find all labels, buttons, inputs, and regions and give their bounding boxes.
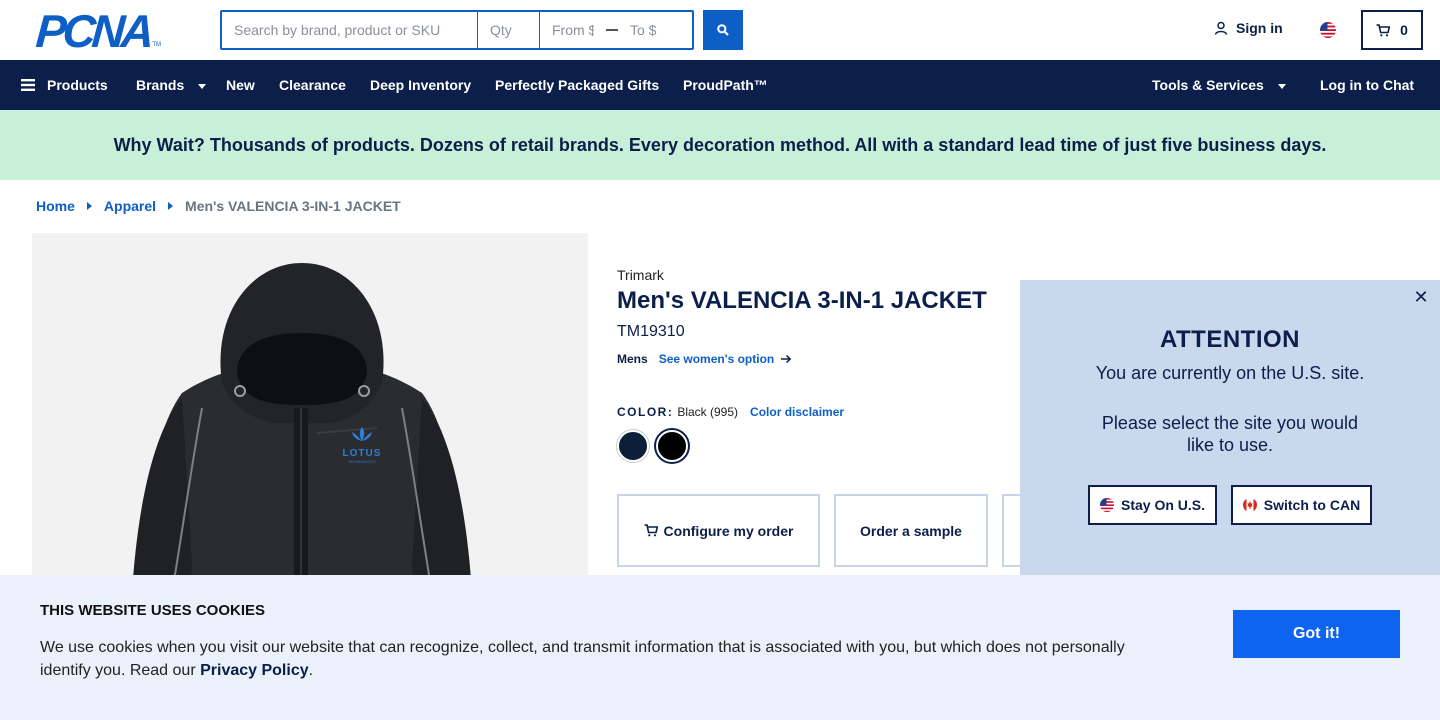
nav-tools-services[interactable]: Tools & Services (1152, 60, 1286, 110)
modal-select-text: Please select the site you would like to… (1101, 413, 1359, 455)
privacy-policy-link[interactable]: Privacy Policy (200, 662, 309, 679)
chevron-down-icon (198, 83, 207, 89)
nav-new[interactable]: New (226, 60, 255, 110)
swatch-black[interactable] (656, 430, 688, 462)
stay-us-label: Stay On U.S. (1120, 497, 1206, 513)
cookie-end: . (308, 662, 314, 679)
sign-in-link[interactable]: Sign in (1214, 20, 1283, 36)
nav-proudpath[interactable]: ProudPath™ (683, 60, 768, 110)
product-sku: TM19310 (617, 323, 685, 340)
imprint-name: LOTUS (342, 448, 382, 459)
got-it-button[interactable]: Got it! (1233, 610, 1400, 658)
top-header: PCNA TM Sign in 0 (0, 0, 1440, 60)
nav-brands-label: Brands (136, 77, 185, 93)
search-icon (717, 24, 729, 36)
hamburger-icon (21, 79, 35, 91)
search-input[interactable] (222, 12, 478, 48)
order-sample-label: Order a sample (860, 522, 962, 539)
order-sample-button[interactable]: Order a sample (834, 494, 988, 567)
stay-us-button[interactable]: Stay On U.S. (1088, 485, 1217, 525)
nav-new-label: New (226, 77, 255, 93)
swatch-navy[interactable] (617, 430, 649, 462)
arrow-right-icon (781, 354, 792, 364)
configure-order-label: Configure my order (663, 522, 794, 539)
cookie-banner: THIS WEBSITE USES COOKIES We use cookies… (0, 575, 1440, 720)
us-flag-icon[interactable] (1320, 22, 1336, 38)
breadcrumb-current: Men's VALENCIA 3-IN-1 JACKET (185, 198, 401, 214)
gender-row: Mens See women's option (617, 352, 792, 366)
switch-can-label: Switch to CAN (1263, 497, 1361, 513)
color-disclaimer-link[interactable]: Color disclaimer (750, 405, 844, 419)
promo-text: Why Wait? Thousands of products. Dozens … (113, 134, 1327, 155)
logo-text: PCNA (34, 5, 153, 57)
imprint-logo: LOTUS TECHNOLOGY (340, 426, 384, 465)
cart-icon (644, 524, 658, 537)
configure-order-button[interactable]: Configure my order (617, 494, 820, 567)
price-range (540, 12, 692, 48)
nav-proudpath-label: ProudPath™ (683, 77, 768, 93)
cart-icon (1376, 23, 1391, 36)
switch-can-button[interactable]: Switch to CAN (1231, 485, 1372, 525)
breadcrumb-apparel[interactable]: Apparel (104, 198, 156, 214)
breadcrumb-home[interactable]: Home (36, 198, 75, 214)
womens-option-label: See women's option (658, 352, 775, 366)
gender-label: Mens (617, 352, 648, 366)
nav-products-label: Products (47, 77, 108, 93)
close-icon[interactable]: ✕ (1412, 288, 1430, 306)
color-label: COLOR: (617, 405, 674, 419)
qty-input[interactable] (478, 12, 540, 48)
modal-title: ATTENTION (1159, 326, 1301, 353)
chevron-down-icon (1277, 83, 1286, 89)
cart-count: 0 (1400, 22, 1408, 38)
nav-gifts-label: Perfectly Packaged Gifts (495, 77, 660, 93)
us-flag-icon (1099, 498, 1114, 512)
cart-button[interactable]: 0 (1361, 10, 1423, 50)
user-icon (1214, 21, 1228, 35)
caret-right-icon (168, 202, 174, 210)
color-row: COLOR: Black (995) Color disclaimer (617, 405, 844, 419)
breadcrumb: Home Apparel Men's VALENCIA 3-IN-1 JACKE… (36, 198, 401, 214)
nav-deep-inventory[interactable]: Deep Inventory (370, 60, 471, 110)
price-to-input[interactable] (618, 12, 684, 48)
search-bar (220, 10, 694, 50)
nav-clearance-label: Clearance (279, 77, 346, 93)
nav-products[interactable]: Products (21, 60, 108, 110)
cookie-text: We use cookies when you visit our websit… (40, 636, 1150, 682)
modal-current-site-text: You are currently on the U.S. site. (1095, 363, 1365, 383)
range-dash (606, 29, 618, 31)
caret-right-icon (86, 202, 92, 210)
canada-flag-icon (1242, 498, 1257, 512)
product-brand[interactable]: Trimark (617, 267, 664, 283)
nav-chat[interactable]: Log in to Chat (1320, 60, 1414, 110)
product-title: Men's VALENCIA 3-IN-1 JACKET (617, 287, 987, 314)
pcna-logo[interactable]: PCNA TM (34, 5, 162, 57)
color-value: Black (995) (677, 405, 739, 419)
nav-chat-label: Log in to Chat (1320, 77, 1415, 93)
site-select-modal: ✕ ATTENTION You are currently on the U.S… (1020, 280, 1440, 576)
logo-trademark: TM (152, 42, 162, 48)
price-from-input[interactable] (540, 12, 606, 48)
nav-tools-label: Tools & Services (1152, 77, 1264, 93)
nav-deep-inventory-label: Deep Inventory (370, 77, 472, 93)
main-nav: Products Brands New Clearance Deep Inven… (0, 60, 1440, 110)
lotus-icon (352, 427, 372, 441)
promo-banner: Why Wait? Thousands of products. Dozens … (0, 110, 1440, 180)
nav-brands[interactable]: Brands (136, 60, 207, 110)
nav-gifts[interactable]: Perfectly Packaged Gifts (495, 60, 659, 110)
cookie-title: THIS WEBSITE USES COOKIES (40, 602, 266, 619)
sign-in-label: Sign in (1236, 20, 1283, 36)
search-button[interactable] (703, 10, 743, 50)
womens-option-link[interactable]: See women's option (659, 352, 793, 366)
imprint-sub: TECHNOLOGY (347, 459, 376, 464)
nav-clearance[interactable]: Clearance (279, 60, 346, 110)
